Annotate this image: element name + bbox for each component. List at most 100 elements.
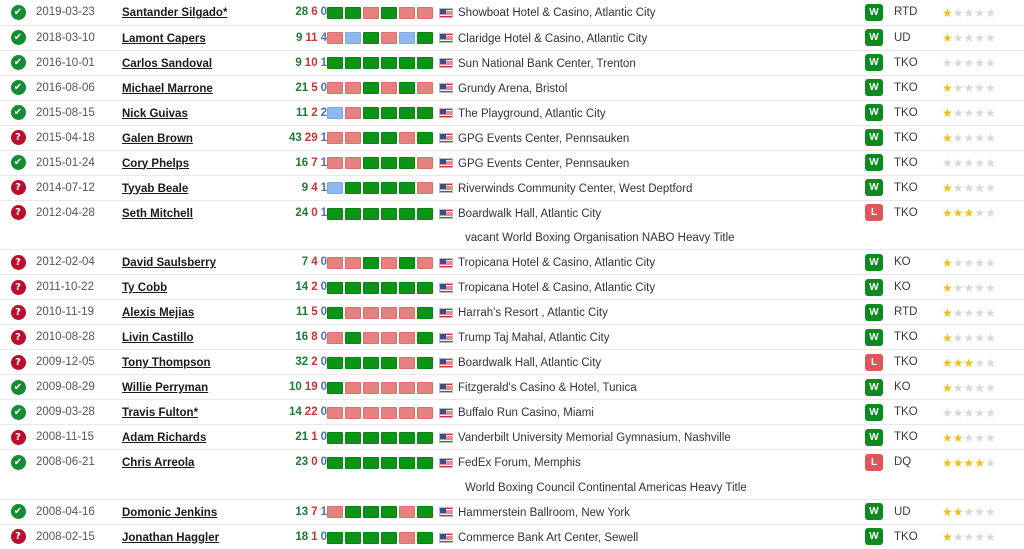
opponent-link[interactable]: Ty Cobb (122, 282, 167, 294)
bout-date: 2012-04-28 (36, 199, 122, 225)
opponent-record: 16 8 0 (267, 324, 327, 350)
venue-cell: The Playground, Atlantic City (439, 99, 854, 125)
question-circle-icon: ? (10, 529, 26, 545)
us-flag-icon (439, 332, 453, 343)
method-cell: KO (894, 374, 942, 400)
streak-loss-square (399, 331, 415, 344)
result-cell: W (854, 498, 894, 524)
last-six-cell (327, 149, 439, 175)
opponent-link[interactable]: Domonic Jenkins (122, 507, 217, 519)
opponent-link[interactable]: Seth Mitchell (122, 208, 193, 220)
opponent-link[interactable]: Livin Castillo (122, 332, 194, 344)
opponent-link[interactable]: Tony Thompson (122, 357, 211, 369)
bout-date: 2015-04-18 (36, 124, 122, 150)
star-icon: ★ (985, 180, 996, 195)
opponent-link[interactable]: Cory Phelps (122, 158, 189, 170)
rating-cell: ★★★★★ (942, 174, 1024, 200)
bout-date: 2009-12-05 (36, 349, 122, 375)
opponent-link[interactable]: Travis Fulton* (122, 407, 198, 419)
streak-loss-square (327, 506, 343, 519)
streak-win-square (381, 7, 397, 20)
streak-win-square (399, 457, 415, 470)
table-row: ✔ 2019-03-23 Santander Silgado* 28 6 0 Showb… (0, 0, 1024, 25)
star-icon: ★ (963, 330, 975, 345)
opponent-cell: Tony Thompson (122, 349, 267, 375)
opponent-link[interactable]: Adam Richards (122, 432, 206, 444)
venue-text: The Playground, Atlantic City (458, 107, 606, 120)
check-circle-icon: ✔ (10, 379, 26, 395)
opponent-link[interactable]: Galen Brown (122, 133, 193, 145)
result-badge: W (865, 129, 883, 146)
last-six-cell (327, 124, 439, 150)
result-cell: W (854, 374, 894, 400)
opponent-link[interactable]: Nick Guivas (122, 108, 188, 120)
venue-cell: Buffalo Run Casino, Miami (439, 399, 854, 425)
opponent-link[interactable]: David Saulsberry (122, 257, 216, 269)
streak-loss-square (399, 132, 415, 145)
opponent-link[interactable]: Lamont Capers (122, 33, 206, 45)
opponent-link[interactable]: Jonathan Haggler (122, 532, 219, 544)
opponent-link[interactable]: Willie Perryman (122, 382, 208, 394)
star-icon: ★ (974, 130, 986, 145)
streak-win-square (399, 157, 415, 170)
method-cell: TKO (894, 424, 942, 450)
opponent-record: 24 0 1 (267, 199, 327, 225)
streak-win-square (399, 57, 415, 70)
record-losses: 22 (304, 406, 318, 418)
rating-cell: ★★★★★ (942, 199, 1024, 225)
method-cell: KO (894, 249, 942, 275)
title-spacer (0, 225, 439, 250)
venue-text: Harrah's Resort , Atlantic City (458, 306, 608, 319)
star-icon: ★ (942, 255, 953, 270)
status-glyph: ✔ (13, 107, 23, 119)
last-six-cell (327, 349, 439, 375)
star-icon: ★ (942, 380, 953, 395)
table-row: ? 2011-10-22 Ty Cobb 14 2 0 Tropicana Hotel … (0, 274, 1024, 300)
streak-win-square (417, 57, 433, 70)
star-icon: ★ (963, 155, 975, 170)
streak-win-square (399, 281, 415, 294)
star-icon: ★ (963, 455, 975, 470)
table-row: ? 2008-11-15 Adam Richards 21 1 0 Vanderbilt… (0, 424, 1024, 450)
result-cell: W (854, 324, 894, 350)
opponent-record: 11 5 0 (267, 299, 327, 325)
result-badge: W (865, 179, 883, 196)
question-circle-icon: ? (10, 180, 26, 196)
record-wins: 14 (295, 281, 309, 293)
streak-win-square (417, 207, 433, 220)
record-wins: 24 (295, 206, 309, 219)
opponent-record: 9 10 1 (267, 49, 327, 75)
us-flag-icon (439, 33, 453, 44)
record-wins: 11 (296, 306, 309, 318)
last-six-cell (327, 424, 439, 450)
streak-loss-square (417, 256, 433, 269)
venue-cell: Tropicana Hotel & Casino, Atlantic City (439, 249, 854, 275)
bout-date: 2015-01-24 (36, 149, 122, 175)
last-six-cell (327, 0, 439, 25)
opponent-link[interactable]: Santander Silgado* (122, 7, 227, 19)
opponent-link[interactable]: Alexis Mejias (122, 307, 194, 319)
star-icon: ★ (952, 255, 964, 270)
opponent-link[interactable]: Michael Marrone (122, 83, 213, 95)
star-icon: ★ (952, 430, 964, 445)
opponent-link[interactable]: Carlos Sandoval (122, 58, 212, 70)
streak-win-square (381, 157, 397, 170)
opponent-link[interactable]: Chris Arreola (122, 457, 194, 469)
method-cell: TKO (894, 349, 942, 375)
star-icon: ★ (942, 130, 953, 145)
status-cell: ✔ (0, 0, 36, 25)
opponent-link[interactable]: Tyyab Beale (122, 183, 188, 195)
star-icon: ★ (942, 5, 953, 20)
star-icon: ★ (985, 380, 996, 395)
streak-loss-square (417, 381, 433, 394)
opponent-record: 21 1 0 (267, 424, 327, 450)
opponent-cell: Alexis Mejias (122, 299, 267, 325)
streak-win-square (327, 57, 343, 70)
record-wins: 21 (295, 431, 309, 443)
star-icon: ★ (952, 80, 964, 95)
star-icon: ★ (974, 180, 986, 195)
rating-cell: ★★★★★ (942, 274, 1024, 300)
star-icon: ★ (974, 405, 986, 420)
rating-cell: ★★★★★ (942, 124, 1024, 150)
opponent-cell: Livin Castillo (122, 324, 267, 350)
